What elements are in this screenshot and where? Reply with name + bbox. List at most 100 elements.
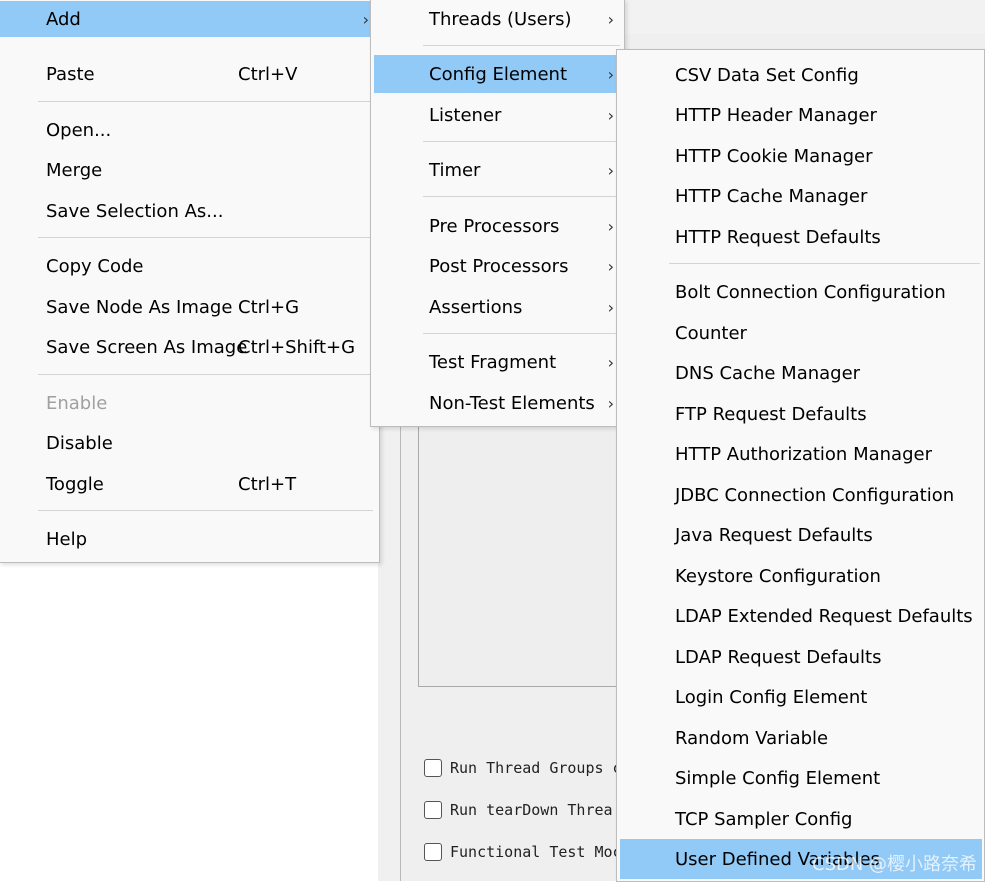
- menu-item-paste[interactable]: Paste Ctrl+V: [0, 57, 379, 91]
- config-item-counter[interactable]: Counter: [617, 316, 984, 350]
- submenu-item-config-element[interactable]: Config Element ›: [374, 55, 624, 93]
- menu-item-label: HTTP Header Manager: [675, 104, 877, 126]
- menu-item-label: Non-Test Elements: [429, 392, 595, 414]
- submenu-item-pre-processors[interactable]: Pre Processors ›: [371, 209, 624, 243]
- menu-item-label: Bolt Connection Configuration: [675, 281, 946, 303]
- config-item-java-request-defaults[interactable]: Java Request Defaults: [617, 518, 984, 552]
- menu-item-label: HTTP Request Defaults: [675, 226, 881, 248]
- menu-item-label: Listener: [429, 104, 502, 126]
- submenu-item-threads-users[interactable]: Threads (Users) ›: [371, 2, 624, 36]
- checkbox-label: Run Thread Groups c: [450, 759, 620, 777]
- menu-item-label: Save Node As Image: [46, 296, 233, 318]
- menu-item-label: DNS Cache Manager: [675, 362, 861, 384]
- submenu-item-post-processors[interactable]: Post Processors ›: [371, 249, 624, 283]
- menu-separator: [38, 237, 373, 238]
- menu-item-label: Timer: [429, 159, 481, 181]
- checkbox[interactable]: [424, 843, 442, 861]
- checkbox[interactable]: [424, 759, 442, 777]
- config-item-http-cache-manager[interactable]: HTTP Cache Manager: [617, 179, 984, 213]
- menu-item-label: Merge: [46, 159, 103, 181]
- menu-item-disable[interactable]: Disable: [0, 426, 379, 460]
- menu-item-label: Assertions: [429, 296, 523, 318]
- menu-separator: [38, 374, 373, 375]
- menu-item-label: Pre Processors: [429, 215, 560, 237]
- chevron-right-icon: ›: [607, 256, 614, 276]
- chevron-right-icon: ›: [607, 105, 614, 125]
- config-item-jdbc-connection-configuration[interactable]: JDBC Connection Configuration: [617, 478, 984, 512]
- menu-item-label: LDAP Request Defaults: [675, 646, 882, 668]
- menu-item-label: LDAP Extended Request Defaults: [675, 605, 973, 627]
- menu-item-label: HTTP Cache Manager: [675, 185, 868, 207]
- menu-separator: [669, 263, 980, 264]
- config-item-bolt-connection-configuration[interactable]: Bolt Connection Configuration: [617, 275, 984, 309]
- chevron-right-icon: ›: [607, 160, 614, 180]
- config-item-csv-data-set-config[interactable]: CSV Data Set Config: [617, 58, 984, 92]
- menu-item-save-screen-as-image[interactable]: Save Screen As Image Ctrl+Shift+G: [0, 330, 379, 364]
- menu-separator: [423, 141, 620, 142]
- config-item-http-request-defaults[interactable]: HTTP Request Defaults: [617, 220, 984, 254]
- menu-separator: [423, 196, 620, 197]
- config-item-ldap-extended-request-defaults[interactable]: LDAP Extended Request Defaults: [617, 599, 984, 633]
- menu-item-label: JDBC Connection Configuration: [675, 484, 955, 506]
- config-item-tcp-sampler-config[interactable]: TCP Sampler Config: [617, 802, 984, 836]
- checkbox[interactable]: [424, 801, 442, 819]
- menu-item-label: Counter: [675, 322, 747, 344]
- submenu-item-listener[interactable]: Listener ›: [371, 98, 624, 132]
- config-item-login-config-element[interactable]: Login Config Element: [617, 680, 984, 714]
- menu-item-shortcut: Ctrl+Shift+G: [238, 336, 356, 358]
- chevron-right-icon: ›: [607, 64, 614, 84]
- menu-item-save-node-as-image[interactable]: Save Node As Image Ctrl+G: [0, 290, 379, 324]
- submenu-item-timer[interactable]: Timer ›: [371, 153, 624, 187]
- menu-item-shortcut: Ctrl+V: [238, 63, 298, 85]
- config-item-http-header-manager[interactable]: HTTP Header Manager: [617, 98, 984, 132]
- menu-item-label: FTP Request Defaults: [675, 403, 867, 425]
- menu-item-label: Login Config Element: [675, 686, 868, 708]
- menu-item-label: Save Screen As Image: [46, 336, 248, 358]
- comments-textarea[interactable]: [418, 420, 618, 687]
- chevron-right-icon: ›: [607, 352, 614, 372]
- menu-separator: [423, 45, 620, 46]
- chevron-right-icon: ›: [607, 297, 614, 317]
- config-item-keystore-configuration[interactable]: Keystore Configuration: [617, 559, 984, 593]
- run-teardown-checkbox-row[interactable]: Run tearDown Threa: [424, 800, 620, 820]
- submenu-item-assertions[interactable]: Assertions ›: [371, 290, 624, 324]
- config-item-random-variable[interactable]: Random Variable: [617, 721, 984, 755]
- config-item-http-cookie-manager[interactable]: HTTP Cookie Manager: [617, 139, 984, 173]
- menu-item-save-selection-as[interactable]: Save Selection As...: [0, 194, 379, 228]
- menu-item-label: Config Element: [429, 63, 567, 85]
- chevron-right-icon: ›: [607, 9, 614, 29]
- menu-item-label: Open...: [46, 119, 112, 141]
- config-item-dns-cache-manager[interactable]: DNS Cache Manager: [617, 356, 984, 390]
- menu-item-label: CSV Data Set Config: [675, 64, 859, 86]
- menu-item-toggle[interactable]: Toggle Ctrl+T: [0, 467, 379, 501]
- menu-item-label: Help: [46, 528, 88, 550]
- menu-item-shortcut: Ctrl+T: [238, 473, 297, 495]
- context-menu: Add › Paste Ctrl+V Open... Merge Save Se…: [0, 0, 380, 563]
- config-item-http-authorization-manager[interactable]: HTTP Authorization Manager: [617, 437, 984, 471]
- submenu-item-test-fragment[interactable]: Test Fragment ›: [371, 345, 624, 379]
- config-item-ldap-request-defaults[interactable]: LDAP Request Defaults: [617, 640, 984, 674]
- menu-item-label: TCP Sampler Config: [675, 808, 853, 830]
- menu-item-help[interactable]: Help: [0, 522, 379, 556]
- menu-item-merge[interactable]: Merge: [0, 153, 379, 187]
- functional-test-mode-checkbox-row[interactable]: Functional Test Moc: [424, 842, 620, 862]
- menu-item-label: Copy Code: [46, 255, 144, 277]
- chevron-right-icon: ›: [362, 9, 369, 29]
- config-element-submenu: CSV Data Set Config HTTP Header Manager …: [616, 49, 985, 882]
- menu-item-label: Random Variable: [675, 727, 829, 749]
- chevron-right-icon: ›: [607, 216, 614, 236]
- menu-item-label: HTTP Cookie Manager: [675, 145, 873, 167]
- menu-separator: [423, 333, 620, 334]
- run-thread-groups-checkbox-row[interactable]: Run Thread Groups c: [424, 758, 620, 778]
- menu-item-label: Simple Config Element: [675, 767, 881, 789]
- menu-item-open[interactable]: Open...: [0, 113, 379, 147]
- config-item-simple-config-element[interactable]: Simple Config Element: [617, 761, 984, 795]
- menu-item-add[interactable]: Add ›: [0, 1, 379, 37]
- config-item-ftp-request-defaults[interactable]: FTP Request Defaults: [617, 397, 984, 431]
- menu-item-copy-code[interactable]: Copy Code: [0, 249, 379, 283]
- menu-item-label: Toggle: [46, 473, 104, 495]
- menu-separator: [38, 101, 373, 102]
- menu-item-label: Post Processors: [429, 255, 569, 277]
- menu-item-label: Disable: [46, 432, 113, 454]
- submenu-item-non-test-elements[interactable]: Non-Test Elements ›: [371, 386, 624, 420]
